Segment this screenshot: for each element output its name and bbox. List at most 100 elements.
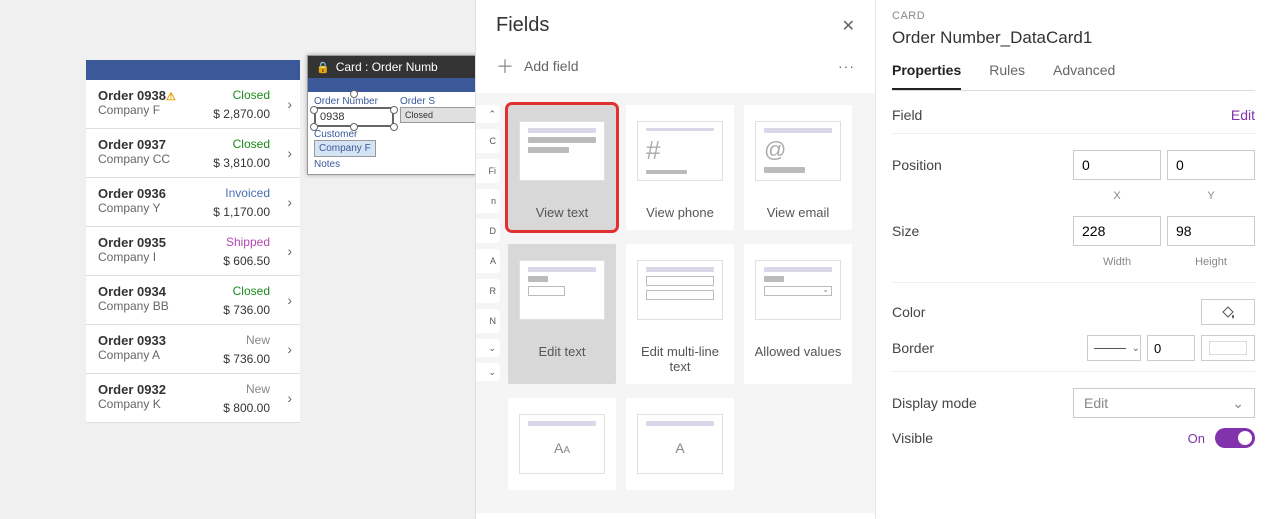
order-price: $ 800.00 [223,401,270,415]
order-status: New [246,382,270,396]
chevron-right-icon: › [287,341,292,357]
order-status: Closed [233,88,270,102]
partial-collapse[interactable]: ⌄ [476,339,500,357]
order-price: $ 1,170.00 [213,205,270,219]
field-type-allowed-values[interactable]: ⌄Allowed values [744,244,852,384]
field-type-view-email[interactable]: @View email [744,105,852,230]
field-type-edit-text[interactable]: Edit text [508,244,616,384]
size-label: Size [892,223,919,239]
warning-icon: ⚠ [166,91,176,103]
card-selection-header: 🔒 Card : Order Numb [308,56,486,78]
chevron-right-icon: › [287,243,292,259]
height-sublabel: Height [1167,256,1255,268]
tile-label: View text [508,197,616,230]
gallery-row[interactable]: Order 0933Company ANew$ 736.00› [86,325,300,374]
tab-rules[interactable]: Rules [989,62,1025,90]
close-icon[interactable]: ✕ [842,16,855,36]
tile-label: Edit multi-line text [626,336,734,384]
order-status: Shipped [226,235,270,249]
form-body-header [308,78,486,92]
order-status: Closed [233,284,270,298]
field-type-view-text[interactable]: View text [508,105,616,230]
order-status: Closed [233,137,270,151]
chevron-right-icon: › [287,96,292,112]
add-field-label: Add field [524,58,578,74]
chevron-down-icon: ⌄ [488,367,496,378]
y-sublabel: Y [1167,190,1255,202]
fields-panel: Fields ✕ ＋ Add field ··· ⌃CFinDARN⌄⌄ Vie… [475,0,875,519]
partial-row: n [476,189,500,213]
fields-panel-title: Fields [496,14,549,37]
field-type-edit-multiline[interactable]: Edit multi-line text [626,244,734,384]
field-type-extra[interactable]: AA [508,398,616,490]
tile-label: View email [744,197,852,230]
control-name: Order Number_DataCard1 [892,28,1255,48]
position-label: Position [892,157,942,173]
color-picker[interactable] [1201,299,1255,325]
notes-label: Notes [314,159,480,170]
border-width-input[interactable] [1147,335,1195,361]
lock-icon: 🔒 [316,61,330,74]
visible-toggle[interactable] [1215,428,1255,448]
visible-value: On [1188,431,1205,446]
partial-row: ⌃ [476,105,500,123]
field-label: Field [892,107,922,123]
gallery-row[interactable]: Order 0937Company CCClosed$ 3,810.00› [86,129,300,178]
gallery-row[interactable]: Order 0934Company BBClosed$ 736.00› [86,276,300,325]
chevron-right-icon: › [287,390,292,406]
partial-collapse[interactable]: ⌄ [476,363,500,381]
height-input[interactable] [1167,216,1255,246]
card-header-text: Card : Order Numb [336,60,438,74]
order-status-field[interactable]: Closed [400,107,480,123]
position-x-input[interactable] [1073,150,1161,180]
order-price: $ 736.00 [223,352,270,366]
color-label: Color [892,304,925,320]
customer-field[interactable]: Company F [314,140,376,157]
gallery-header [86,60,300,80]
order-price: $ 736.00 [223,303,270,317]
partial-row: N [476,309,500,333]
tab-properties[interactable]: Properties [892,62,961,90]
order-status-label: Order S [400,96,480,107]
gallery-row[interactable]: Order 0936Company YInvoiced$ 1,170.00› [86,178,300,227]
border-label: Border [892,340,934,356]
order-price: $ 606.50 [223,254,270,268]
tab-advanced[interactable]: Advanced [1053,62,1115,90]
customer-label: Customer [314,129,480,140]
tile-label: Allowed values [744,336,852,369]
chevron-right-icon: › [287,194,292,210]
position-y-input[interactable] [1167,150,1255,180]
add-field-button[interactable]: ＋ Add field [496,53,578,79]
partial-row: R [476,279,500,303]
gallery-row[interactable]: Order 0935Company IShipped$ 606.50› [86,227,300,276]
properties-panel: CARD Order Number_DataCard1 Properties R… [875,0,1271,519]
category-label: CARD [892,10,1255,22]
field-type-extra-2[interactable]: A [626,398,734,490]
order-price: $ 3,810.00 [213,156,270,170]
displaymode-select[interactable]: Edit ⌄ [1073,388,1255,418]
partial-row: A [476,249,500,273]
border-preview[interactable] [1201,335,1255,361]
field-edit-link[interactable]: Edit [1231,107,1255,123]
properties-tabs: Properties Rules Advanced [892,62,1255,91]
gallery-row[interactable]: Order 0932Company KNew$ 800.00› [86,374,300,423]
paint-bucket-icon [1220,304,1236,320]
tile-label: Edit text [508,336,616,369]
tile-label: View phone [626,197,734,230]
gallery-row[interactable]: Order 0938⚠Company FClosed$ 2,870.00› [86,80,300,129]
displaymode-label: Display mode [892,395,977,411]
order-gallery: Order 0938⚠Company FClosed$ 2,870.00›Ord… [86,60,300,423]
partial-row: D [476,219,500,243]
order-status: Invoiced [225,186,270,200]
width-sublabel: Width [1073,256,1161,268]
more-icon[interactable]: ··· [838,58,855,74]
order-price: $ 2,870.00 [213,107,270,121]
chevron-down-icon: ⌄ [1232,395,1244,412]
selected-form-card[interactable]: 🔒 Card : Order Numb Order Number 0938 Or… [307,55,487,175]
width-input[interactable] [1073,216,1161,246]
field-type-view-phone[interactable]: #View phone [626,105,734,230]
border-style-select[interactable]: ⌄ [1087,335,1141,361]
plus-icon: ＋ [496,53,514,79]
chevron-right-icon: › [287,292,292,308]
visible-label: Visible [892,430,933,446]
